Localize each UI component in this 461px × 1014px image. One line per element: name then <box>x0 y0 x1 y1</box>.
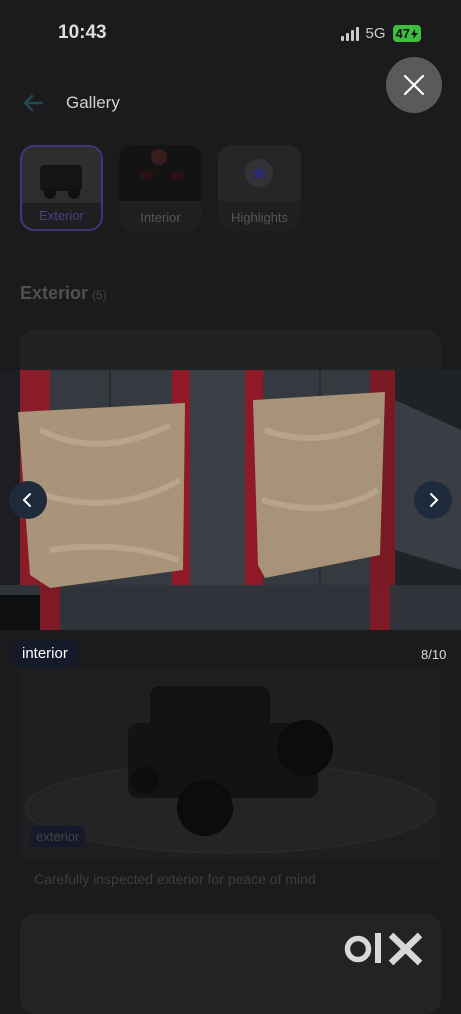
next-photo-button[interactable] <box>414 481 452 519</box>
close-icon <box>403 74 425 96</box>
close-button[interactable] <box>386 57 442 113</box>
battery-icon: 47 <box>392 25 421 42</box>
signal-icon <box>340 26 359 41</box>
tab-label: Interior <box>140 210 181 225</box>
card-caption: Carefully inspected exterior for peace o… <box>34 871 316 887</box>
network-label: 5G <box>365 25 386 42</box>
gallery-photo[interactable] <box>0 370 461 630</box>
gallery-card <box>20 330 441 370</box>
thumbnail-image <box>218 145 301 201</box>
previous-photo-button[interactable] <box>9 481 47 519</box>
page-title: Gallery <box>66 93 120 112</box>
star-icon <box>251 165 267 180</box>
tab-highlights[interactable]: Highlights <box>218 145 301 231</box>
chevron-left-icon <box>22 493 31 507</box>
tab-label: Exterior <box>39 208 84 223</box>
tab-label: Highlights <box>230 210 289 225</box>
thumbnail-image <box>22 147 101 203</box>
status-time: 10:43 <box>58 22 107 43</box>
status-indicators: 5G 47 <box>340 25 421 42</box>
photo-counter: 8/10 <box>421 647 447 662</box>
category-tag: interior <box>12 640 78 667</box>
olx-logo <box>344 927 426 971</box>
section-count: (5) <box>92 288 107 302</box>
tab-interior[interactable]: Interior <box>119 145 202 231</box>
category-tag-exterior: exterior <box>30 826 86 847</box>
section-title: Exterior (5) <box>20 283 107 304</box>
section-title-text: Exterior <box>20 283 89 303</box>
battery-level: 47 <box>395 26 410 41</box>
back-arrow-icon[interactable] <box>20 90 46 116</box>
thumbnail-tabs: Exterior Interior Highlights <box>20 145 301 231</box>
tab-exterior[interactable]: Exterior <box>20 145 103 231</box>
chevron-right-icon <box>430 493 439 507</box>
thumbnail-image <box>119 145 202 201</box>
